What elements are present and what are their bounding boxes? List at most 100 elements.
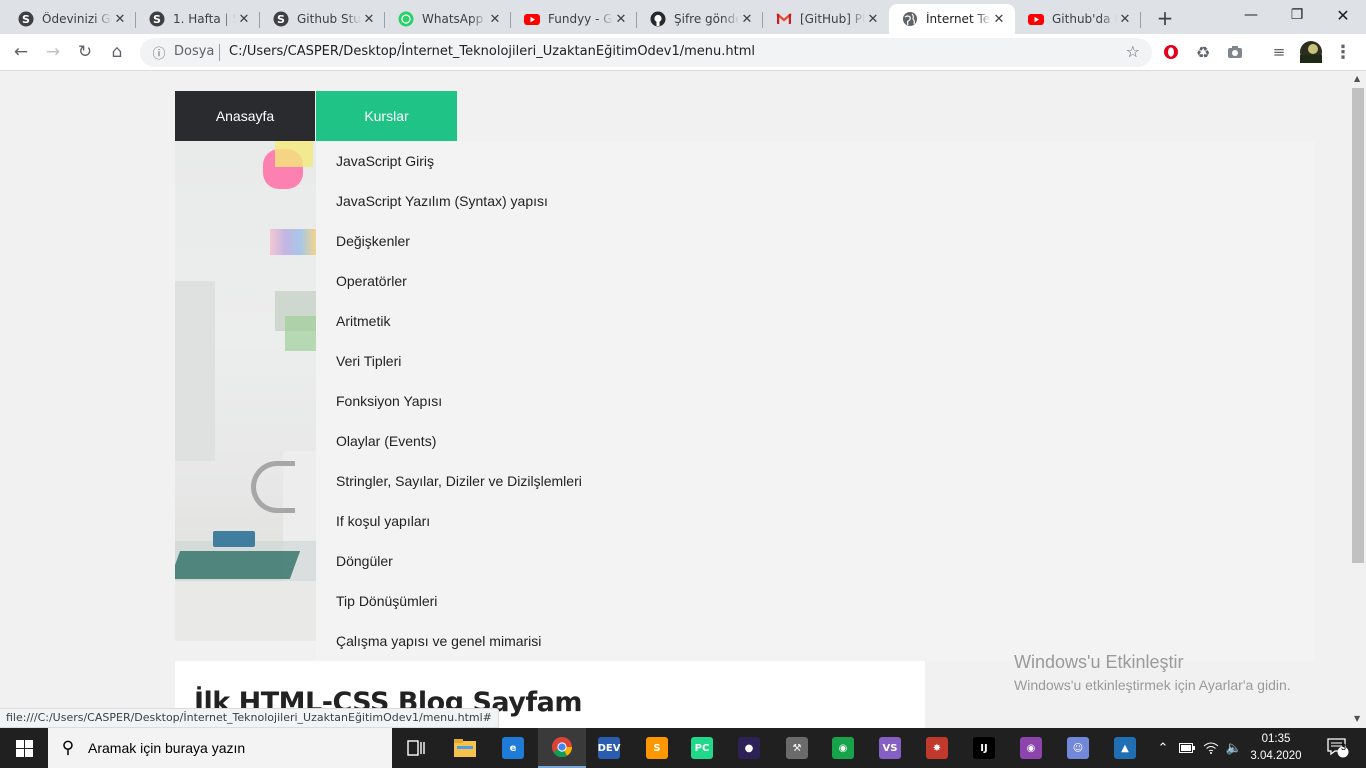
scrollbar-thumb[interactable]	[1352, 88, 1364, 563]
tab-title: WhatsApp	[422, 12, 484, 26]
protocol-label: Dosya	[174, 44, 215, 59]
tab-close-icon[interactable]: ✕	[613, 11, 629, 27]
windows-start-icon[interactable]	[0, 728, 48, 768]
activation-watermark-title: Windows'u Etkinleştir	[1014, 652, 1184, 672]
tab-close-icon[interactable]: ✕	[112, 11, 128, 27]
gmail-icon	[776, 11, 792, 27]
tab-close-icon[interactable]: ✕	[1117, 11, 1133, 27]
scroll-up-icon[interactable]: ▲	[1354, 74, 1360, 83]
info-icon[interactable]: ⓘ	[150, 43, 168, 62]
page-viewport: Anasayfa Kurslar JavaScript Giriş JavaScr…	[0, 71, 1350, 728]
dropdown-item[interactable]: Stringler, Sayılar, Diziler ve Dizilşlem…	[336, 473, 582, 489]
dropdown-item[interactable]: Aritmetik	[336, 313, 390, 329]
dropdown-item[interactable]: Olaylar (Events)	[336, 433, 436, 449]
net-icon[interactable]: ✸	[913, 728, 961, 768]
browser-tab[interactable]: Github'da Repo✕	[1015, 4, 1141, 34]
browser-toolbar: ← → ↻ ⌂ ⓘ Dosya C:/Users/CASPER/Desktop/…	[0, 34, 1366, 71]
dropdown-item[interactable]: Tip Dönüşümleri	[336, 593, 437, 609]
browser-tab-active[interactable]: İnternet Teknolojileri✕	[889, 4, 1015, 34]
restore-button[interactable]: ❐	[1274, 0, 1320, 30]
pycharm-icon[interactable]: PC	[678, 728, 726, 768]
s-logo-icon: S	[149, 11, 165, 27]
youtube-icon	[524, 11, 540, 27]
tab-close-icon[interactable]: ✕	[487, 11, 503, 27]
chrome-icon[interactable]	[538, 728, 586, 768]
dropdown-item[interactable]: Veri Tipleri	[336, 353, 401, 369]
clock-time: 01:35	[1261, 733, 1291, 745]
dropdown-item[interactable]: Çalışma yapısı ve genel mimarisi	[336, 633, 541, 649]
dropdown-item[interactable]: Operatörler	[336, 273, 407, 289]
page-scrollbar[interactable]: ▲ ▼	[1350, 71, 1366, 728]
browser-tab[interactable]: Şifre gönderildi✕	[637, 4, 763, 34]
bookmark-star-icon[interactable]: ☆	[1126, 42, 1140, 61]
intellij-icon[interactable]: IJ	[960, 728, 1008, 768]
tab-title: Github Student	[297, 12, 361, 26]
address-divider	[219, 44, 220, 61]
forward-icon[interactable]: →	[38, 37, 68, 67]
tab-close-icon[interactable]: ✕	[991, 11, 1007, 27]
browser-tab[interactable]: S Ödevinizi Gönderin✕	[5, 4, 136, 34]
camera-extension-icon[interactable]	[1220, 37, 1250, 67]
whatsapp-icon	[398, 11, 414, 27]
recycle-extension-icon[interactable]: ♻	[1188, 37, 1218, 67]
battery-icon[interactable]	[1176, 728, 1198, 768]
svg-text:S: S	[153, 13, 161, 26]
profile-avatar[interactable]	[1296, 37, 1326, 67]
sublime-icon[interactable]: S	[633, 728, 681, 768]
new-tab-button[interactable]: +	[1152, 6, 1178, 30]
close-window-button[interactable]: ✕	[1320, 0, 1366, 30]
minimize-button[interactable]: —	[1228, 0, 1274, 30]
volume-icon[interactable]: 🔈	[1223, 728, 1245, 768]
dropdown-item[interactable]: Fonksiyon Yapısı	[336, 393, 442, 409]
file-explorer-icon[interactable]	[441, 728, 489, 768]
browser-tab[interactable]: Fundyy - GitHub✕	[511, 4, 637, 34]
dropdown-item[interactable]: JavaScript Giriş	[336, 153, 434, 169]
devcpp-icon[interactable]: DEV	[585, 728, 633, 768]
address-bar[interactable]: ⓘ Dosya C:/Users/CASPER/Desktop/İnternet…	[140, 38, 1152, 67]
content-background	[316, 141, 1315, 661]
back-icon[interactable]: ←	[6, 37, 36, 67]
tool-icon[interactable]: ⚒	[773, 728, 821, 768]
tab-title: Ödevinizi Gönderin	[42, 12, 112, 26]
address-url[interactable]: C:/Users/CASPER/Desktop/İnternet_Teknolo…	[229, 44, 755, 59]
wifi-icon[interactable]	[1200, 728, 1222, 768]
opera-extension-icon[interactable]	[1156, 37, 1186, 67]
browser-tab[interactable]: [GitHub] Please✕	[763, 4, 889, 34]
hero-image	[175, 141, 316, 641]
browser-tab[interactable]: WhatsApp ✕	[385, 4, 511, 34]
tab-close-icon[interactable]: ✕	[236, 11, 252, 27]
photos-icon[interactable]: ▲	[1101, 728, 1149, 768]
dropdown-item[interactable]: If koşul yapıları	[336, 513, 430, 529]
media-queue-icon[interactable]: ≡	[1264, 37, 1294, 67]
dropdown-item[interactable]: Değişkenler	[336, 233, 410, 249]
edge-icon[interactable]: e	[489, 728, 537, 768]
tab-close-icon[interactable]: ✕	[739, 11, 755, 27]
scroll-down-icon[interactable]: ▼	[1354, 714, 1360, 723]
task-view-icon[interactable]	[392, 728, 440, 768]
notifications-icon[interactable]: 3	[1318, 728, 1358, 768]
dropdown-item[interactable]: Döngüler	[336, 553, 393, 569]
youtube-icon	[1028, 11, 1044, 27]
reload-icon[interactable]: ↻	[70, 37, 100, 67]
taskbar-search-box[interactable]: ⚲ Aramak için buraya yazın	[48, 728, 392, 768]
dropdown-item[interactable]: JavaScript Yazılım (Syntax) yapısı	[336, 193, 548, 209]
browser-tab[interactable]: S Github Student✕	[260, 4, 385, 34]
nav-home-link[interactable]: Anasayfa	[175, 91, 315, 141]
nav-courses-link[interactable]: Kurslar	[316, 91, 457, 141]
visual-studio-icon[interactable]: VS	[866, 728, 914, 768]
tab-close-icon[interactable]: ✕	[361, 11, 377, 27]
taskbar-clock[interactable]: 01:35 3.04.2020	[1248, 731, 1304, 765]
tab-title: 1. Hafta | Sosyal	[173, 12, 236, 26]
home-icon[interactable]: ⌂	[102, 37, 132, 67]
discord-icon[interactable]: ☺	[1054, 728, 1102, 768]
multi-color-icon[interactable]: ◉	[819, 728, 867, 768]
tab-title: İnternet Teknolojileri	[926, 12, 991, 26]
github-desktop-icon[interactable]: ◉	[1007, 728, 1055, 768]
globe-icon	[902, 11, 918, 27]
browser-tab[interactable]: S 1. Hafta | Sosyal✕	[136, 4, 260, 34]
tab-close-icon[interactable]: ✕	[865, 11, 881, 27]
search-icon: ⚲	[61, 738, 75, 758]
menu-kebab-icon[interactable]: ⋮	[1328, 37, 1358, 67]
eclipse-icon[interactable]: ●	[725, 728, 773, 768]
tray-chevron-icon[interactable]: ⌃	[1153, 728, 1173, 768]
